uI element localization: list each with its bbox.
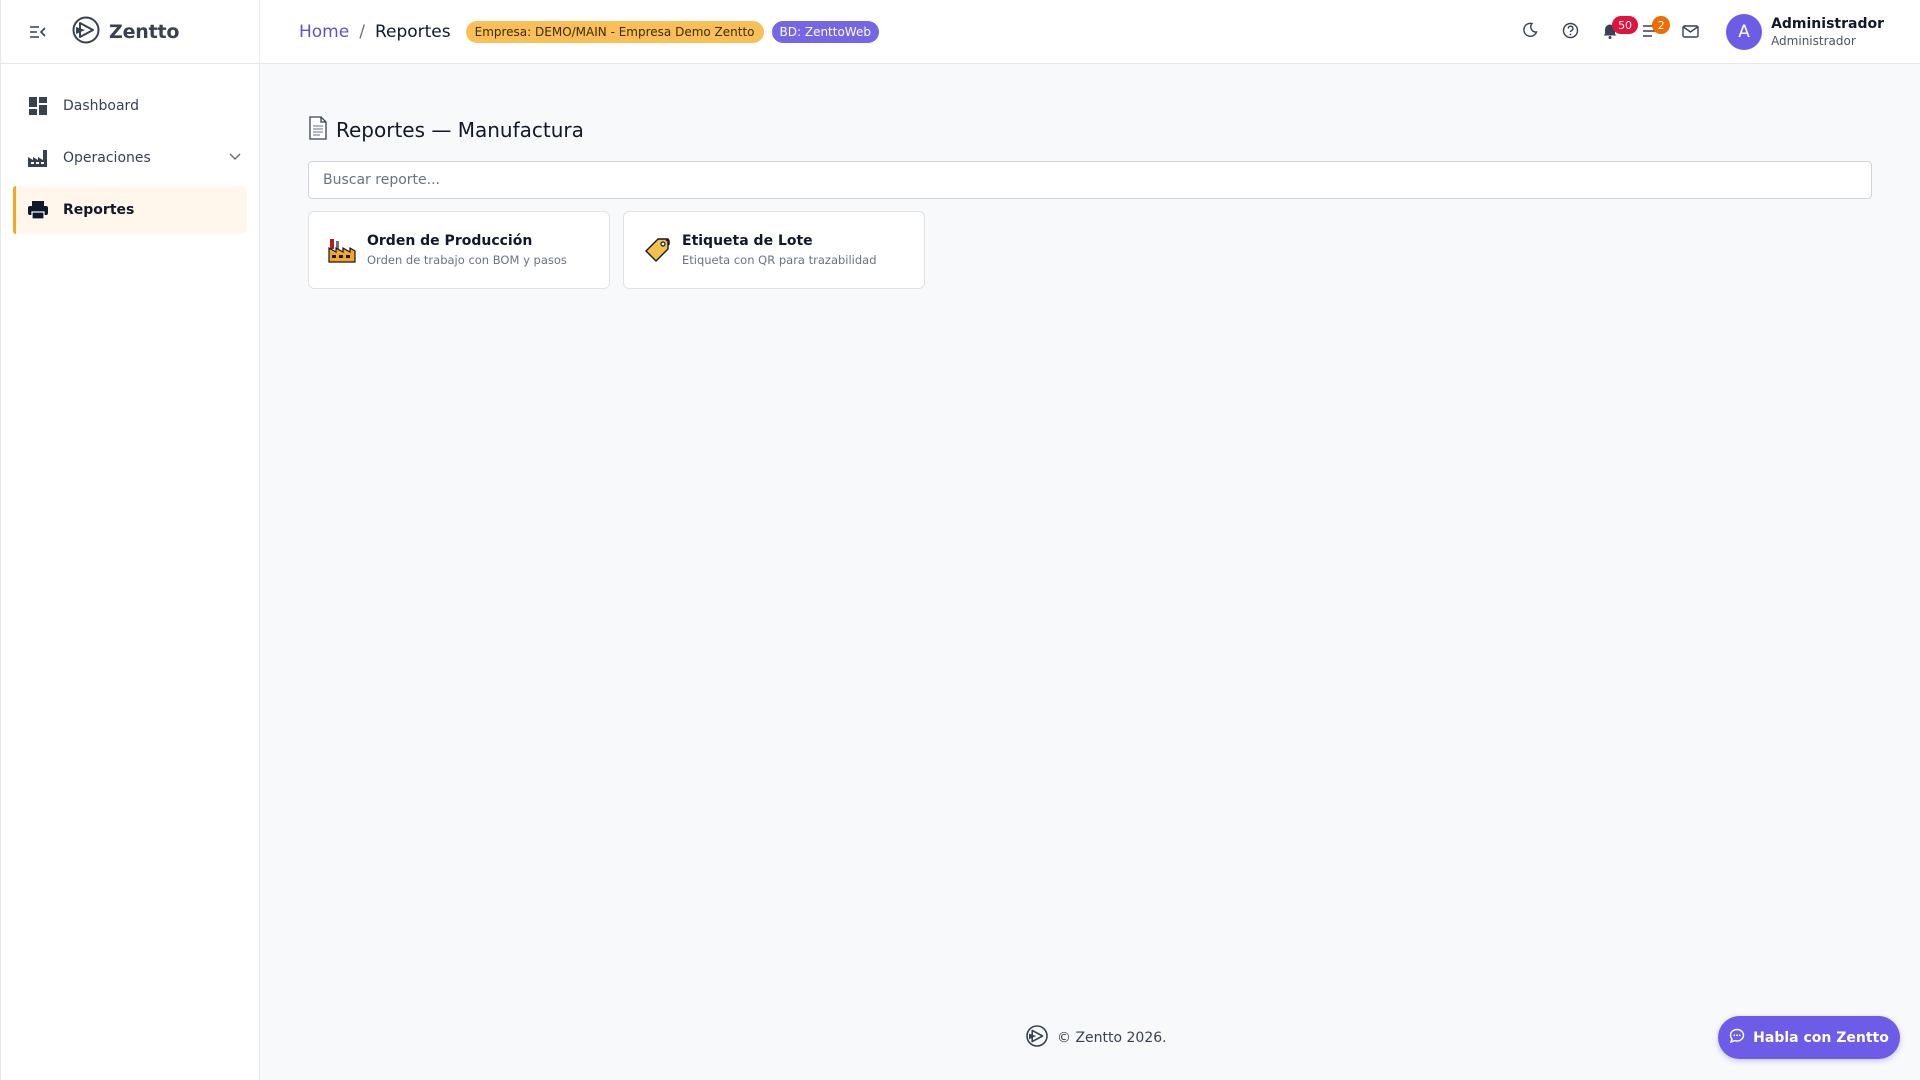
zentto-logo-icon xyxy=(1025,1024,1049,1052)
menu-collapse-icon[interactable] xyxy=(27,21,49,43)
moon-icon xyxy=(1522,22,1538,42)
card-description: Orden de trabajo con BOM y pasos xyxy=(367,253,567,267)
sidebar-item-label: Reportes xyxy=(63,202,135,218)
page-title: Reportes — Manufactura xyxy=(308,116,1872,144)
notifications-button[interactable]: 50 xyxy=(1590,12,1639,52)
user-menu[interactable]: A Administrador Administrador xyxy=(1726,14,1884,50)
sidebar: Zentto Dashboard Operaciones Reportes xyxy=(0,0,260,1080)
help-circle-icon xyxy=(1562,22,1579,43)
breadcrumb-home-link[interactable]: Home xyxy=(299,22,349,42)
report-card-etiqueta-lote[interactable]: Etiqueta de Lote Etiqueta con QR para tr… xyxy=(623,211,925,289)
user-role: Administrador xyxy=(1771,34,1856,48)
empresa-badge[interactable]: Empresa: DEMO/MAIN - Empresa Demo Zentto xyxy=(465,20,764,43)
document-icon xyxy=(308,116,328,144)
sidebar-nav: Dashboard Operaciones Reportes xyxy=(1,64,259,234)
card-description: Etiqueta con QR para trazabilidad xyxy=(682,253,877,267)
chat-button[interactable]: Habla con Zentto xyxy=(1718,1016,1900,1059)
breadcrumb: Home / Reportes xyxy=(299,22,451,42)
sidebar-item-reportes[interactable]: Reportes xyxy=(13,186,247,234)
chat-button-label: Habla con Zentto xyxy=(1753,1029,1889,1046)
topbar: Home / Reportes Empresa: DEMO/MAIN - Emp… xyxy=(260,0,1920,64)
user-info: Administrador Administrador xyxy=(1771,16,1884,48)
sidebar-item-operaciones[interactable]: Operaciones xyxy=(13,134,247,182)
card-title: Orden de Producción xyxy=(367,233,533,249)
messages-button[interactable] xyxy=(1670,12,1710,52)
mail-icon xyxy=(1681,23,1699,42)
page-title-text: Reportes — Manufactura xyxy=(336,118,584,142)
footer-copyright: © Zentto 2026. xyxy=(1057,1030,1167,1046)
database-badge: BD: ZenttoWeb xyxy=(771,20,879,43)
footer: © Zentto 2026. xyxy=(1025,1024,1167,1052)
dark-mode-toggle[interactable] xyxy=(1510,12,1550,52)
brand[interactable]: Zentto xyxy=(71,15,179,49)
dashboard-icon xyxy=(27,95,49,117)
tasks-button[interactable]: 2 xyxy=(1630,12,1671,52)
report-card-orden-produccion[interactable]: Orden de Producción Orden de trabajo con… xyxy=(308,211,610,289)
search-input[interactable] xyxy=(308,161,1872,199)
sidebar-item-label: Dashboard xyxy=(63,98,139,114)
chevron-down-icon xyxy=(229,149,241,165)
card-text: Orden de Producción Orden de trabajo con… xyxy=(367,233,567,267)
sidebar-header: Zentto xyxy=(1,0,259,64)
sidebar-item-dashboard[interactable]: Dashboard xyxy=(13,82,247,130)
breadcrumb-separator: / xyxy=(359,21,365,42)
sidebar-item-label: Operaciones xyxy=(63,150,151,166)
avatar[interactable]: A xyxy=(1726,14,1763,50)
factory-icon xyxy=(27,147,49,169)
chat-bubble-icon xyxy=(1729,1028,1745,1048)
user-name: Administrador xyxy=(1771,16,1884,32)
breadcrumb-current: Reportes xyxy=(374,21,451,42)
label-tag-icon xyxy=(642,235,672,265)
printer-icon xyxy=(27,199,49,221)
card-title: Etiqueta de Lote xyxy=(682,233,813,249)
card-text: Etiqueta de Lote Etiqueta con QR para tr… xyxy=(682,233,877,267)
report-cards: Orden de Producción Orden de trabajo con… xyxy=(308,211,1872,289)
factory-icon xyxy=(327,235,357,265)
tasks-count-badge: 2 xyxy=(1652,16,1671,34)
zentto-logo-icon xyxy=(71,15,101,49)
help-button[interactable] xyxy=(1550,12,1590,52)
header-actions: 50 2 A Administrador Administrador xyxy=(1510,0,1884,64)
brand-name: Zentto xyxy=(109,20,180,43)
main-content: Reportes — Manufactura Orden de Producci… xyxy=(308,64,1872,289)
